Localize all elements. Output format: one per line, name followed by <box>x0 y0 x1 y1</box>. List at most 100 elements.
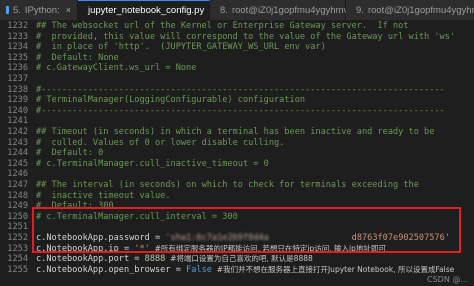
tab-label: jupyter_notebook_config.py <box>88 5 205 16</box>
code-text[interactable]: #---------------------------------------… <box>36 85 445 96</box>
code-token: # TerminalManager(LoggingConfigurable) c… <box>36 95 306 106</box>
code-token: d8763f07e902507576' <box>351 233 450 243</box>
line-number: 1241 <box>7 116 28 127</box>
line-number: 1251 <box>7 222 28 233</box>
tab-number: 5. <box>12 4 21 16</box>
code-text[interactable]: # Default: 300 <box>36 201 114 212</box>
tab-label: root@iZ0j1gopfmu4ygyhmv7d1Z~ <box>367 4 474 16</box>
line-number: 1248 <box>7 190 28 201</box>
tab-2[interactable]: jupyter_notebook_config.py× <box>78 0 215 20</box>
code-token: #我们并不想在服务器上直接打开Jupyter Notebook, 所以设置成Fa… <box>211 264 455 274</box>
code-text[interactable]: # provided, this value will correspond t… <box>36 32 455 43</box>
line-number: 1233 <box>7 31 28 42</box>
code-text[interactable]: # Default: None <box>36 53 119 64</box>
code-token: ## The interval (in seconds) on which to… <box>36 180 419 190</box>
code-text[interactable]: # c.TerminalManager.cull_interval = 300 <box>36 212 238 223</box>
code-token: 8888 <box>144 254 166 265</box>
code-line: 1251 <box>0 222 474 233</box>
editor-tab-bar: 5.IPython: × jupyter_notebook_config.py×8.… <box>0 0 474 20</box>
code-token: # Default: 300 <box>36 201 114 212</box>
code-token: # culled. Values of 0 or lower disable c… <box>36 137 285 148</box>
code-line: 1250 # c.TerminalManager.cull_interval = … <box>0 212 474 223</box>
tab-number: 9. <box>356 4 364 16</box>
code-line: 1254 c.NotebookApp.port = 8888 #将端口设置为自己喜… <box>0 254 474 265</box>
code-token: '*' <box>134 243 150 254</box>
code-line: 1238 #-----------------------------------… <box>0 85 474 96</box>
line-number: 1255 <box>7 264 28 275</box>
line-number: 1239 <box>7 95 28 106</box>
code-token: c.NotebookApp.open_browser = <box>36 264 187 275</box>
code-line: 1242 ## Timeout (in seconds) in which a t… <box>0 127 474 138</box>
code-text[interactable]: # c.GatewayClient.ws_url = None <box>36 63 196 74</box>
line-number: 1245 <box>7 158 28 169</box>
code-line: 1236 # c.GatewayClient.ws_url = None <box>0 63 474 74</box>
code-line: 1241 <box>0 116 474 127</box>
line-number: 1252 <box>7 233 28 243</box>
line-number: 1235 <box>7 52 28 63</box>
line-number: 1250 <box>7 211 28 222</box>
redacted-password: 'sha1:6c7a1e2b9f0d4a <box>165 233 269 243</box>
tab-3[interactable]: 8.root@iZ0j1gopfmu4ygyhmv7d1Z~× <box>210 0 387 20</box>
code-text[interactable]: ## The interval (in seconds) on which to… <box>36 180 419 191</box>
line-number: 1238 <box>7 84 28 95</box>
code-token: c.NotebookApp.port = <box>36 254 145 265</box>
line-number: 1246 <box>7 169 28 180</box>
code-text[interactable]: # inactive timeout value. <box>36 191 171 202</box>
code-text[interactable]: c.NotebookApp.open_browser = False #我们并不… <box>36 265 454 276</box>
code-text[interactable]: # Default: 0 <box>36 148 103 159</box>
code-token: # provided, this value will correspond t… <box>36 31 456 42</box>
code-line: 1232 ## The websocket url of the Kernel o… <box>0 21 474 32</box>
tab-1[interactable]: 5. IPython: × <box>0 0 78 20</box>
code-token: # inactive timeout value. <box>36 190 171 201</box>
tab-label: IPython: <box>24 4 60 16</box>
line-number: 1243 <box>7 137 28 148</box>
code-line: 1245 # c.TerminalManager.cull_inactive_ti… <box>0 159 474 170</box>
code-line: 1233 # provided, this value will correspo… <box>0 32 474 43</box>
code-line: 1248 # inactive timeout value. <box>0 191 474 202</box>
code-token: c.NotebookApp.ip = <box>36 243 135 254</box>
code-line: 1239 # TerminalManager(LoggingConfigurabl… <box>0 95 474 106</box>
code-token: #---------------------------------------… <box>36 105 445 116</box>
code-token: #将端口设置为自己喜欢的吧, 默认是8888 <box>165 254 313 264</box>
code-line: 1253 c.NotebookApp.ip = '*' #所有绑定服务器的IP都能… <box>0 244 474 255</box>
code-token: # c.TerminalManager.cull_interval = 300 <box>36 211 238 222</box>
code-token: # Default: 0 <box>36 148 104 159</box>
close-icon[interactable]: × <box>66 5 71 15</box>
line-number: 1242 <box>7 127 28 137</box>
code-text[interactable]: c.NotebookApp.ip = '*' #所有绑定服务器的IP都能访问, … <box>36 244 386 255</box>
code-line: 1237 <box>0 74 474 85</box>
code-text[interactable]: c.NotebookApp.password = 'sha1:6c7a1e2b9… <box>36 233 450 244</box>
code-line: 1234 # in place of 'http'. (JUPYTER_GATEW… <box>0 42 474 53</box>
code-line: 1235 # Default: None <box>0 53 474 64</box>
code-line: 1246 <box>0 169 474 180</box>
code-token: #所有绑定服务器的IP都能访问, 若想只在特定ip访问, 输入ip地址即可 <box>149 243 386 253</box>
code-text[interactable]: c.NotebookApp.port = 8888 #将端口设置为自己喜欢的吧,… <box>36 254 313 265</box>
code-token: # c.TerminalManager.cull_inactive_timeou… <box>36 158 269 169</box>
code-token: # Default: None <box>36 52 119 63</box>
code-token: ## Timeout (in seconds) in which a termi… <box>36 127 435 137</box>
code-text[interactable]: # c.TerminalManager.cull_inactive_timeou… <box>36 159 269 170</box>
line-number: 1232 <box>7 21 28 31</box>
code-text[interactable]: ## The websocket url of the Kernel or En… <box>36 21 409 32</box>
code-line: 1255 c.NotebookApp.open_browser = False #… <box>0 265 474 276</box>
code-text[interactable]: # in place of 'http'. (JUPYTER_GATEWAY_W… <box>36 42 326 53</box>
code-text[interactable]: ## Timeout (in seconds) in which a termi… <box>36 127 434 138</box>
code-editor[interactable]: 1232 ## The websocket url of the Kernel o… <box>0 20 474 286</box>
code-line: 1249 # Default: 300 <box>0 201 474 212</box>
code-token: False <box>186 264 212 275</box>
line-number: 1253 <box>7 243 28 254</box>
terminal-icon <box>6 6 9 14</box>
tab-4[interactable]: 9.root@iZ0j1gopfmu4ygyhmv7d1Z~× <box>346 0 474 20</box>
line-number: 1234 <box>7 42 28 53</box>
code-text[interactable]: #---------------------------------------… <box>36 106 445 117</box>
code-text[interactable]: # culled. Values of 0 or lower disable c… <box>36 138 284 149</box>
code-text[interactable]: # TerminalManager(LoggingConfigurable) c… <box>36 95 305 106</box>
line-number: 1236 <box>7 63 28 74</box>
code-token: #---------------------------------------… <box>36 84 445 95</box>
code-token: # c.GatewayClient.ws_url = None <box>36 63 197 74</box>
watermark: CSDN @... <box>427 275 468 284</box>
code-line: 1240 #-----------------------------------… <box>0 106 474 117</box>
line-number: 1240 <box>7 105 28 116</box>
code-line: 1243 # culled. Values of 0 or lower disab… <box>0 138 474 149</box>
